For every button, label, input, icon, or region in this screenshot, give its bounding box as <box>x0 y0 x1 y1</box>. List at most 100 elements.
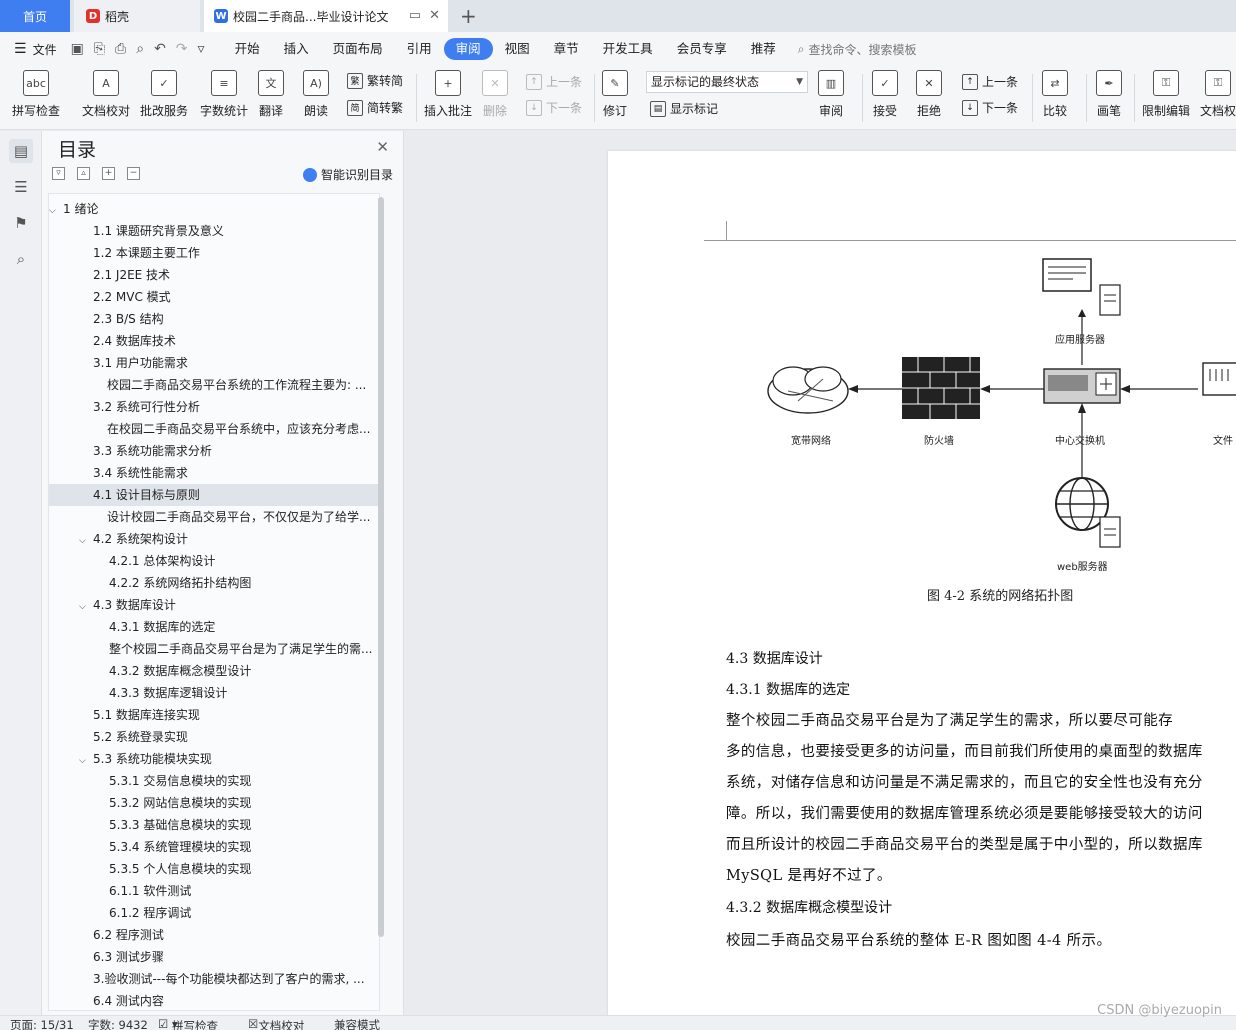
print-preview-icon[interactable]: ⌕ <box>136 41 144 57</box>
toc-item[interactable]: ⌵ 1 绪论 <box>49 198 379 220</box>
doc-permission-button[interactable]: ⚿ 文档权 <box>1200 70 1236 119</box>
toc-item[interactable]: 6.1.2 程序调试 <box>49 902 379 924</box>
toc-item[interactable]: 3.2 系统可行性分析 <box>49 396 379 418</box>
pin-icon[interactable]: ▭ <box>409 8 421 23</box>
command-search[interactable]: ⌕ 查找命令、搜索模板 <box>798 41 917 58</box>
tab-insert[interactable]: 插入 <box>272 38 321 60</box>
toc-item[interactable]: 4.3.2 数据库概念模型设计 <box>49 660 379 682</box>
prev-comment-button[interactable]: ↑ 上一条 <box>526 73 582 90</box>
insert-comment-button[interactable]: + 插入批注 <box>424 70 472 119</box>
toc-item[interactable]: ⌵ 4.3 数据库设计 <box>49 594 379 616</box>
toc-item[interactable]: 2.3 B/S 结构 <box>49 308 379 330</box>
chevron-down-icon[interactable]: ⌵ <box>49 200 63 220</box>
tab-chapter[interactable]: 章节 <box>542 38 591 60</box>
translate-button[interactable]: 文翻译 <box>258 70 284 119</box>
toc-item[interactable]: 5.3.1 交易信息模块的实现 <box>49 770 379 792</box>
toc-item[interactable]: ⌵ 5.3 系统功能模块实现 <box>49 748 379 770</box>
read-aloud-button[interactable]: A) 朗读 <box>303 70 329 119</box>
trad-to-simp-button[interactable]: 繁繁转简 <box>347 72 403 89</box>
chevron-down-icon[interactable]: ⌵ <box>79 530 93 550</box>
bookmark-icon[interactable]: ⚑ <box>9 211 33 235</box>
chevron-down-icon[interactable]: ⌵ <box>79 750 93 770</box>
toc-item[interactable]: 4.1 设计目标与原则 <box>49 484 379 506</box>
delete-comment-button[interactable]: ✕ 删除 <box>482 70 508 119</box>
toc-item[interactable]: 2.4 数据库技术 <box>49 330 379 352</box>
toc-item[interactable]: 2.2 MVC 模式 <box>49 286 379 308</box>
collapse-all-icon[interactable]: ▵ <box>77 167 90 180</box>
toc-item[interactable]: 6.3 测试步骤 <box>49 946 379 968</box>
pen-button[interactable]: ✒ 画笔 <box>1096 70 1122 119</box>
next-change-button[interactable]: ↓ 下一条 <box>962 99 1018 116</box>
toc-item[interactable]: 4.3.3 数据库逻辑设计 <box>49 682 379 704</box>
tab-developer[interactable]: 开发工具 <box>591 38 665 60</box>
track-changes-button[interactable]: ✎ 修订 <box>602 70 628 119</box>
redo-icon[interactable]: ↷ <box>176 41 188 57</box>
toc-scrollbar[interactable] <box>378 197 384 937</box>
print-icon[interactable]: ⎙ <box>115 41 126 57</box>
toc-item[interactable]: 在校园二手商品交易平台系统中，应该充分考虑... <box>49 418 379 440</box>
toc-item[interactable]: 5.3.2 网站信息模块的实现 <box>49 792 379 814</box>
compare-button[interactable]: ⇄ 比较 <box>1042 70 1068 119</box>
chapter-nav-icon[interactable]: ☰ <box>9 175 33 199</box>
toc-item[interactable]: 6.1.1 软件测试 <box>49 880 379 902</box>
tab-start[interactable]: 开始 <box>223 38 272 60</box>
tab-references[interactable]: 引用 <box>395 38 444 60</box>
toc-panel-icon[interactable]: ▤ <box>9 139 33 163</box>
toc-item[interactable]: 4.3.1 数据库的选定 <box>49 616 379 638</box>
tab-member[interactable]: 会员专享 <box>665 38 739 60</box>
file-menu[interactable]: 文件 <box>33 41 57 58</box>
show-marks-select[interactable]: 显示标记的最终状态 ▼ <box>646 71 808 93</box>
toc-item[interactable]: 4.2.1 总体架构设计 <box>49 550 379 572</box>
toc-item[interactable]: 5.2 系统登录实现 <box>49 726 379 748</box>
toc-item[interactable]: 3.验收测试---每个功能模块都达到了客户的需求, ... <box>49 968 379 990</box>
tab-page-layout[interactable]: 页面布局 <box>321 38 395 60</box>
document-area[interactable]: 应用服务器 宽带网络 防火墙 中心交换机 文件 web服务器 图 4-2 系统的… <box>405 131 1236 1015</box>
tab-daoke[interactable]: D 稻壳 <box>74 0 200 32</box>
close-tab-icon[interactable]: ✕ <box>429 8 440 23</box>
spell-check-status[interactable]: ☑ 拼写检查 ▾ <box>158 1017 218 1030</box>
review-pane-button[interactable]: ▥ 审阅 <box>818 70 844 119</box>
hamburger-menu-icon[interactable]: ☰ <box>14 41 27 57</box>
toc-item[interactable]: 3.3 系统功能需求分析 <box>49 440 379 462</box>
toc-item[interactable]: 5.3.5 个人信息模块的实现 <box>49 858 379 880</box>
save-icon[interactable]: ▣ <box>71 41 84 57</box>
show-marks-button[interactable]: ▤ 显示标记 <box>650 100 718 117</box>
add-level-icon[interactable]: + <box>102 167 115 180</box>
next-comment-button[interactable]: ↓ 下一条 <box>526 99 582 116</box>
remove-level-icon[interactable]: − <box>127 167 140 180</box>
toc-item[interactable]: 1.1 课题研究背景及意义 <box>49 220 379 242</box>
toc-item[interactable]: 3.1 用户功能需求 <box>49 352 379 374</box>
toc-item[interactable]: 4.2.2 系统网络拓扑结构图 <box>49 572 379 594</box>
word-count-button[interactable]: ≡ 字数统计 <box>200 70 248 119</box>
prev-change-button[interactable]: ↑ 上一条 <box>962 73 1018 90</box>
chevron-down-icon[interactable]: ⌵ <box>79 596 93 616</box>
undo-icon[interactable]: ↶ <box>154 41 166 57</box>
toc-item[interactable]: 5.1 数据库连接实现 <box>49 704 379 726</box>
word-count-indicator[interactable]: 字数: 9432 <box>88 1017 148 1030</box>
tab-document[interactable]: W 校园二手商品...毕业设计论文 ▭ ✕ <box>204 0 448 32</box>
search-icon[interactable]: ⌕ <box>9 247 33 271</box>
toc-item[interactable]: 3.4 系统性能需求 <box>49 462 379 484</box>
customize-dropdown-icon[interactable]: ▿ <box>198 41 205 57</box>
tab-view[interactable]: 视图 <box>493 38 542 60</box>
toc-item[interactable]: 1.2 本课题主要工作 <box>49 242 379 264</box>
simp-to-trad-button[interactable]: 简简转繁 <box>347 99 403 116</box>
reject-button[interactable]: ✕ 拒绝 <box>916 70 942 119</box>
restrict-edit-button[interactable]: ⚿ 限制编辑 <box>1142 70 1190 119</box>
export-icon[interactable]: ⎘ <box>94 41 105 57</box>
toc-item[interactable]: 5.3.4 系统管理模块的实现 <box>49 836 379 858</box>
toc-item[interactable]: ⌵ 4.2 系统架构设计 <box>49 528 379 550</box>
close-icon[interactable]: ✕ <box>376 138 389 156</box>
doc-proof-button[interactable]: A 文档校对 <box>82 70 130 119</box>
expand-all-icon[interactable]: ▿ <box>52 167 65 180</box>
smart-toc-button[interactable]: 智能识别目录 <box>302 166 393 183</box>
toc-item[interactable]: 2.1 J2EE 技术 <box>49 264 379 286</box>
toc-item[interactable]: 校园二手商品交易平台系统的工作流程主要为: ... <box>49 374 379 396</box>
toc-item[interactable]: 6.4 测试内容 <box>49 990 379 1010</box>
toc-item[interactable]: 整个校园二手商品交易平台是为了满足学生的需... <box>49 638 379 660</box>
batch-service-button[interactable]: ✓ 批改服务 <box>140 70 188 119</box>
page-indicator[interactable]: 页面: 15/31 <box>10 1017 74 1030</box>
accept-button[interactable]: ✓ 接受 <box>872 70 898 119</box>
toc-item[interactable]: 设计校园二手商品交易平台，不仅仅是为了给学... <box>49 506 379 528</box>
spell-check-button[interactable]: abc 拼写检查 <box>12 70 60 119</box>
